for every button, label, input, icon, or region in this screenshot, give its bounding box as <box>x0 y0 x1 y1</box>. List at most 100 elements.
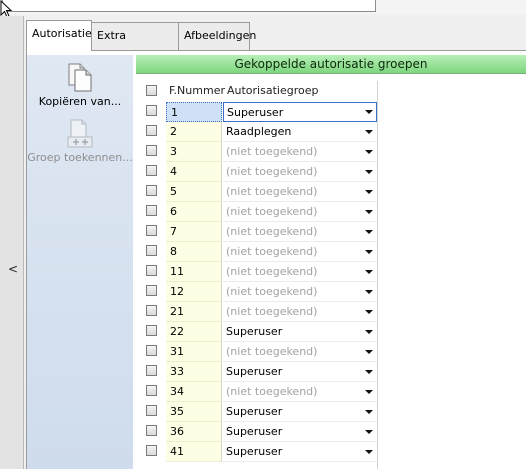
row-checkbox[interactable] <box>146 125 157 136</box>
collapse-sidebar-button[interactable]: < <box>0 16 24 469</box>
dropdown-arrow-icon[interactable] <box>365 330 373 334</box>
tab-autorisatie[interactable]: Autorisatie <box>26 20 92 51</box>
row-checkbox[interactable] <box>146 105 157 116</box>
row-checkbox[interactable] <box>146 385 157 396</box>
row-number-cell[interactable]: 1 <box>166 102 222 122</box>
dropdown-arrow-icon[interactable] <box>365 210 373 214</box>
dropdown-arrow-icon[interactable] <box>365 170 373 174</box>
table-row[interactable]: 41 Superuser <box>136 442 526 462</box>
column-header-group[interactable]: Autorisatiegroep <box>227 81 318 101</box>
tab-extra-gegevens[interactable]: Extra gegevens <box>91 22 179 68</box>
row-group-cell[interactable]: Superuser <box>223 402 377 422</box>
dropdown-arrow-icon[interactable] <box>365 290 373 294</box>
table-row[interactable]: 8 (niet toegekend) <box>136 242 526 262</box>
row-group-cell[interactable]: (niet toegekend) <box>223 242 377 262</box>
table-row[interactable]: 34 (niet toegekend) <box>136 382 526 402</box>
row-group-cell[interactable]: (niet toegekend) <box>223 182 377 202</box>
dropdown-arrow-icon[interactable] <box>365 130 373 134</box>
row-group-cell[interactable]: (niet toegekend) <box>223 342 377 362</box>
row-checkbox[interactable] <box>146 205 157 216</box>
table-row[interactable]: 11 (niet toegekend) <box>136 262 526 282</box>
table-row[interactable]: 3 (niet toegekend) <box>136 142 526 162</box>
row-group-cell[interactable]: Superuser <box>223 102 377 122</box>
dropdown-arrow-icon[interactable] <box>365 250 373 254</box>
table-row[interactable]: 12 (niet toegekend) <box>136 282 526 302</box>
row-checkbox[interactable] <box>146 425 157 436</box>
dropdown-arrow-icon[interactable] <box>365 110 373 114</box>
dropdown-arrow-icon[interactable] <box>365 310 373 314</box>
row-group-cell[interactable]: (niet toegekend) <box>223 142 377 162</box>
row-checkbox[interactable] <box>146 365 157 376</box>
row-group-cell[interactable]: (niet toegekend) <box>223 202 377 222</box>
dropdown-arrow-icon[interactable] <box>365 270 373 274</box>
row-checkbox[interactable] <box>146 345 157 356</box>
row-number-cell[interactable]: 2 <box>166 122 222 142</box>
row-group-cell[interactable]: Superuser <box>223 322 377 342</box>
row-checkbox[interactable] <box>146 405 157 416</box>
dropdown-arrow-icon[interactable] <box>365 430 373 434</box>
row-number-cell[interactable]: 35 <box>166 402 222 422</box>
table-row[interactable]: 35 Superuser <box>136 402 526 422</box>
row-number-cell[interactable]: 21 <box>166 302 222 322</box>
row-checkbox[interactable] <box>146 305 157 316</box>
row-group-cell[interactable]: (niet toegekend) <box>223 162 377 182</box>
row-number-cell[interactable]: 6 <box>166 202 222 222</box>
row-number-cell[interactable]: 11 <box>166 262 222 282</box>
row-number-cell[interactable]: 12 <box>166 282 222 302</box>
table-row[interactable]: 4 (niet toegekend) <box>136 162 526 182</box>
row-number-cell[interactable]: 33 <box>166 362 222 382</box>
row-checkbox[interactable] <box>146 445 157 456</box>
row-number-cell[interactable]: 41 <box>166 442 222 462</box>
row-group-cell[interactable]: Superuser <box>223 362 377 382</box>
row-group-cell[interactable]: Superuser <box>223 442 377 462</box>
row-group-cell[interactable]: (niet toegekend) <box>223 262 377 282</box>
table-row[interactable]: 36 Superuser <box>136 422 526 442</box>
row-group-cell[interactable]: (niet toegekend) <box>223 222 377 242</box>
copy-from-button[interactable]: Kopiëren van... <box>27 61 133 108</box>
table-row[interactable]: 5 (niet toegekend) <box>136 182 526 202</box>
table-row[interactable]: 7 (niet toegekend) <box>136 222 526 242</box>
row-checkbox[interactable] <box>146 145 157 156</box>
row-checkbox[interactable] <box>146 265 157 276</box>
row-group-cell[interactable]: (niet toegekend) <box>223 302 377 322</box>
table-row[interactable]: 21 (niet toegekend) <box>136 302 526 322</box>
row-checkbox[interactable] <box>146 245 157 256</box>
table-row[interactable]: 31 (niet toegekend) <box>136 342 526 362</box>
row-number-cell[interactable]: 31 <box>166 342 222 362</box>
table-row[interactable]: 6 (niet toegekend) <box>136 202 526 222</box>
dropdown-arrow-icon[interactable] <box>365 150 373 154</box>
row-group-cell[interactable]: (niet toegekend) <box>223 282 377 302</box>
dropdown-arrow-icon[interactable] <box>365 370 373 374</box>
assign-group-button[interactable]: Groep toekennen... <box>27 117 133 164</box>
row-group-cell[interactable]: Raadplegen <box>223 122 377 142</box>
row-checkbox[interactable] <box>146 285 157 296</box>
dropdown-arrow-icon[interactable] <box>365 190 373 194</box>
row-number-cell[interactable]: 5 <box>166 182 222 202</box>
tab-afbeeldingen[interactable]: Afbeeldingen <box>178 22 256 50</box>
column-header-number[interactable]: F.Nummer <box>169 81 225 101</box>
table-row[interactable]: 33 Superuser <box>136 362 526 382</box>
row-checkbox[interactable] <box>146 185 157 196</box>
dropdown-arrow-icon[interactable] <box>365 350 373 354</box>
row-group-cell[interactable]: (niet toegekend) <box>223 382 377 402</box>
row-number-cell[interactable]: 36 <box>166 422 222 442</box>
dropdown-arrow-icon[interactable] <box>365 450 373 454</box>
dropdown-arrow-icon[interactable] <box>365 390 373 394</box>
row-number-cell[interactable]: 8 <box>166 242 222 262</box>
row-number-cell[interactable]: 7 <box>166 222 222 242</box>
row-group-cell[interactable]: Superuser <box>223 422 377 442</box>
row-number-cell[interactable]: 3 <box>166 142 222 162</box>
row-checkbox[interactable] <box>146 165 157 176</box>
row-checkbox[interactable] <box>146 325 157 336</box>
select-all-checkbox[interactable] <box>146 85 157 96</box>
dropdown-arrow-icon[interactable] <box>365 230 373 234</box>
table-row[interactable]: 2 Raadplegen <box>136 122 526 142</box>
row-number-cell[interactable]: 4 <box>166 162 222 182</box>
row-number-cell[interactable]: 22 <box>166 322 222 342</box>
row-number-cell[interactable]: 34 <box>166 382 222 402</box>
row-checkbox[interactable] <box>146 225 157 236</box>
table-row[interactable]: 22 Superuser <box>136 322 526 342</box>
copy-from-label: Kopiëren van... <box>38 95 122 108</box>
dropdown-arrow-icon[interactable] <box>365 410 373 414</box>
table-row[interactable]: 1 Superuser <box>136 102 526 122</box>
